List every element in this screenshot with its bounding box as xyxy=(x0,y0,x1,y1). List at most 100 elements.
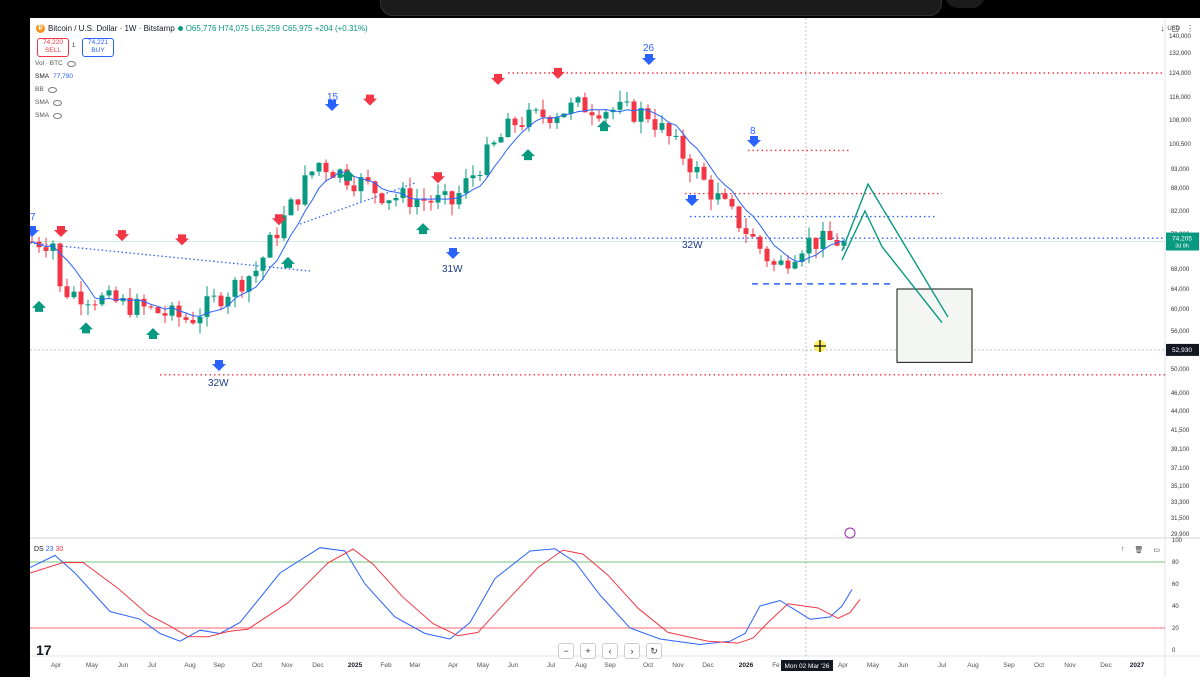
sell-label: SELL xyxy=(45,47,61,54)
time-tick-label: Jul xyxy=(938,662,947,669)
candle-body xyxy=(225,296,231,307)
candle xyxy=(512,116,518,133)
indicator-label: BB xyxy=(35,86,44,93)
oscillator-name[interactable]: DS xyxy=(34,546,44,553)
candle-body xyxy=(771,261,777,265)
oscillator-tools: ↑ 🗑 ▭ xyxy=(1121,546,1160,554)
down-arrow-icon xyxy=(363,94,377,106)
up-arrow-icon xyxy=(521,149,535,161)
indicator-label: Vol · BTC xyxy=(35,60,63,67)
ohlc-values: O65,776 H74,075 L65,259 C65,975 +204 (+0… xyxy=(185,24,368,33)
candle-body xyxy=(85,304,91,306)
candle-body xyxy=(820,230,826,249)
candle xyxy=(470,165,476,187)
arrow-up-icon[interactable]: ↑ xyxy=(1121,546,1125,554)
indicator-volume[interactable]: Vol · BTC xyxy=(35,60,76,67)
tradingview-logo: 17 xyxy=(36,642,52,658)
eye-icon[interactable] xyxy=(47,86,57,93)
price-tick-label: 82,000 xyxy=(1171,209,1190,215)
candle-body xyxy=(827,230,833,240)
osc-tick-label: 40 xyxy=(1172,604,1179,610)
trendline xyxy=(299,182,416,225)
indicator-sma-3[interactable]: SMA xyxy=(35,112,63,119)
candle-body xyxy=(673,135,679,137)
candle-body xyxy=(666,123,672,137)
time-tick-label: Mar xyxy=(409,662,421,669)
sell-button[interactable]: 74,220 SELL xyxy=(37,38,69,57)
browser-circle-button[interactable] xyxy=(945,0,985,8)
candle-body xyxy=(484,144,490,176)
candle-body xyxy=(57,243,63,287)
scroll-right-button[interactable]: › xyxy=(624,643,640,659)
time-tick-label: May xyxy=(867,662,880,669)
spread-value: 1 xyxy=(72,43,76,49)
candle-body xyxy=(155,307,161,314)
zoom-in-button[interactable]: + xyxy=(580,643,596,659)
price-tick-label: 37,100 xyxy=(1171,466,1190,472)
symbol-header: ₿ Bitcoin / U.S. Dollar · 1W · Bitstamp … xyxy=(36,24,368,33)
indicator-sma-2[interactable]: SMA xyxy=(35,99,63,106)
candle xyxy=(50,240,56,260)
browser-pill[interactable] xyxy=(380,0,942,16)
candle xyxy=(71,286,77,300)
reset-button[interactable]: ↻ xyxy=(646,643,662,659)
candle xyxy=(85,299,91,316)
candle xyxy=(400,182,406,203)
price-tick-label: 56,000 xyxy=(1171,329,1190,335)
menu-icon[interactable]: ⋮ xyxy=(1186,24,1194,33)
time-tick-label: Dec xyxy=(702,662,714,669)
candle xyxy=(127,288,133,318)
zoom-out-button[interactable]: − xyxy=(558,643,574,659)
candle xyxy=(92,299,98,311)
candle xyxy=(386,199,392,211)
candle xyxy=(645,104,651,123)
candle-body xyxy=(715,193,721,200)
candle xyxy=(274,227,280,246)
sell-price: 74,220 xyxy=(43,39,63,46)
zoom-nav-buttons: − + ‹ › ↻ xyxy=(558,643,662,659)
candle-body xyxy=(736,206,742,229)
time-tick-label: Nov xyxy=(672,662,684,669)
candle-body xyxy=(813,237,819,249)
candle-body xyxy=(295,199,301,205)
trash-icon[interactable]: 🗑 xyxy=(1134,546,1143,554)
price-tick-label: 116,000 xyxy=(1169,95,1191,101)
candle xyxy=(680,129,686,166)
candle-body xyxy=(554,117,560,123)
chart-canvas[interactable]: 140,000 132,000 124,000 116,000 108,000 100,5… xyxy=(30,18,1200,677)
candle-body xyxy=(750,234,756,237)
symbol-title[interactable]: Bitcoin / U.S. Dollar · 1W · Bitstamp xyxy=(48,24,175,33)
indicator-label: SMA xyxy=(35,99,50,106)
price-tick-label: 100,500 xyxy=(1169,142,1191,148)
candle xyxy=(309,170,315,179)
candle xyxy=(589,104,595,126)
indicator-sma[interactable]: SMA 77,790 xyxy=(35,73,73,80)
candle xyxy=(169,302,175,321)
candle xyxy=(337,168,343,183)
buy-button[interactable]: 74,221 BUY xyxy=(82,38,114,57)
candle-body xyxy=(190,319,196,324)
price-tick-label: 44,000 xyxy=(1171,409,1190,415)
candle xyxy=(253,261,259,284)
sma-line xyxy=(31,108,845,317)
price-tick-label: 41,500 xyxy=(1171,428,1190,434)
candle xyxy=(43,237,49,258)
scroll-left-button[interactable]: ‹ xyxy=(602,643,618,659)
eye-icon[interactable] xyxy=(53,99,63,106)
candle-body xyxy=(701,166,707,180)
download-icon[interactable]: ↓ xyxy=(1160,24,1164,33)
candle-body xyxy=(785,260,791,269)
indicator-bb[interactable]: BB xyxy=(35,86,57,93)
eye-icon[interactable] xyxy=(53,112,63,119)
currency-label[interactable]: USD xyxy=(1167,26,1180,32)
candle-body xyxy=(428,200,434,203)
chart-window[interactable]: 140,000 132,000 124,000 116,000 108,000 100,5… xyxy=(30,18,1200,677)
candle-body xyxy=(694,166,700,173)
price-tick-label: 132,000 xyxy=(1169,51,1191,57)
collapse-icon[interactable]: ▭ xyxy=(1153,546,1160,554)
time-tick-label: 2027 xyxy=(1130,662,1145,669)
candle xyxy=(505,112,511,138)
candle-body xyxy=(323,162,329,173)
candle xyxy=(316,162,322,176)
eye-icon[interactable] xyxy=(66,60,76,67)
